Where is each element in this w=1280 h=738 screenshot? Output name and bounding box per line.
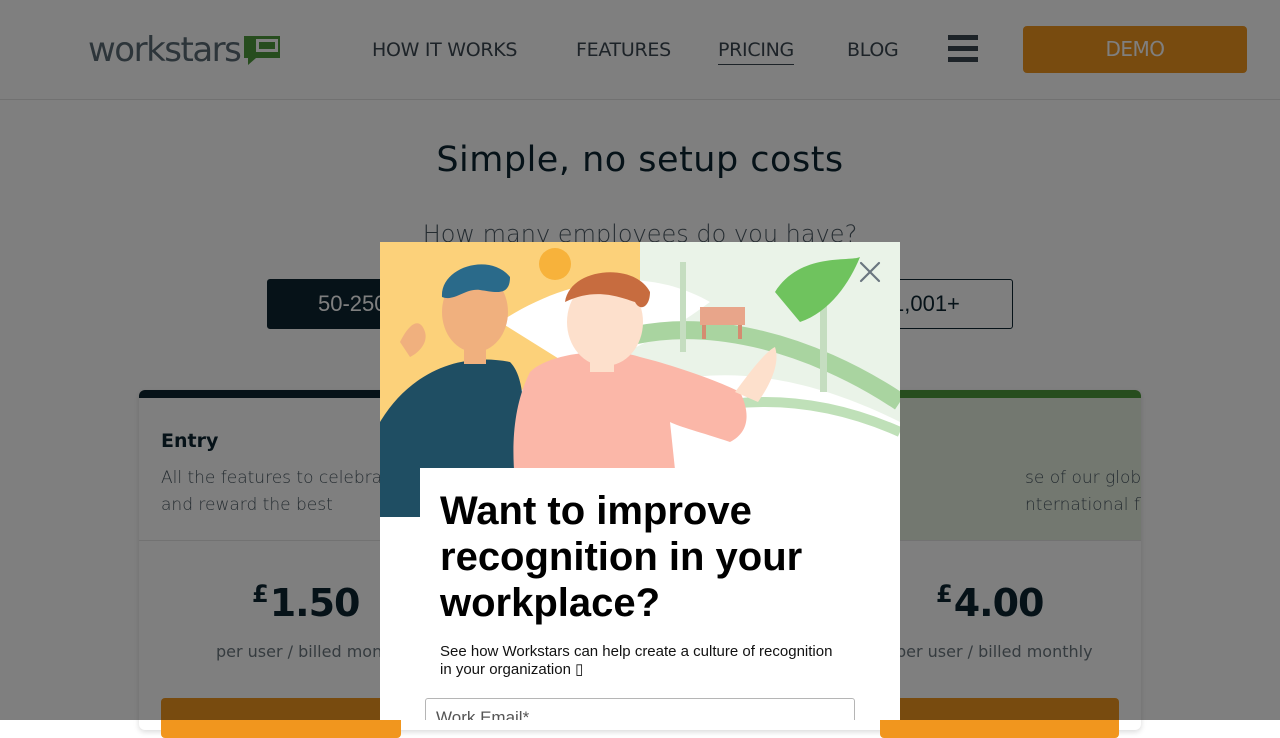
modal-subtext-line: in your organization ▯ <box>440 661 584 678</box>
signup-modal: Want to improve recognition in your work… <box>380 242 900 720</box>
modal-heading-line: workplace? <box>440 581 661 625</box>
modal-heading-line: recognition in your <box>440 535 803 579</box>
modal-heading-line: Want to improve <box>440 489 752 533</box>
modal-subtext-line: See how Workstars can help create a cult… <box>440 643 833 660</box>
close-icon[interactable] <box>858 260 882 284</box>
modal-subtext: See how Workstars can help create a cult… <box>440 643 850 679</box>
modal-heading: Want to improve recognition in your work… <box>440 488 860 626</box>
work-email-input[interactable] <box>425 698 855 720</box>
